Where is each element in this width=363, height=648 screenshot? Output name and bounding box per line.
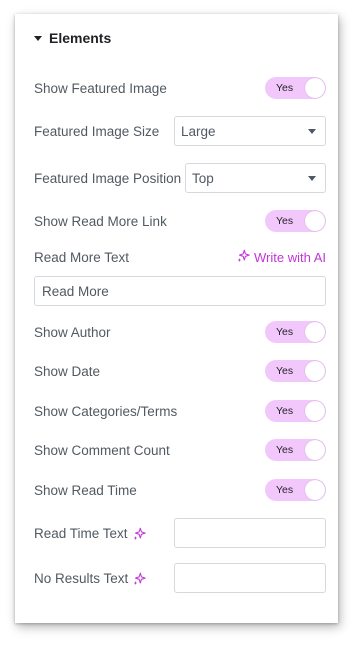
row-featured-image-size: Featured Image Size Large [34, 116, 326, 146]
toggle-state-text: Yes [276, 326, 294, 338]
show-featured-image-label: Show Featured Image [34, 80, 167, 96]
show-read-time-toggle[interactable]: Yes [265, 479, 326, 501]
write-with-ai-button[interactable]: Write with AI [237, 249, 326, 265]
row-show-categories: Show Categories/Terms Yes [34, 396, 326, 426]
featured-image-position-label: Featured Image Position [34, 170, 182, 186]
row-no-results-text: No Results Text [34, 563, 326, 593]
featured-image-position-value: Top [192, 170, 214, 186]
show-author-toggle[interactable]: Yes [265, 321, 326, 343]
read-time-text-label-text: Read Time Text [34, 525, 128, 541]
toggle-knob [305, 440, 325, 460]
read-time-text-input[interactable] [174, 518, 326, 548]
toggle-state-text: Yes [276, 365, 294, 377]
show-read-time-label: Show Read Time [34, 482, 137, 498]
show-comment-count-label: Show Comment Count [34, 442, 170, 458]
dropdown-arrow-icon [308, 175, 316, 181]
section-header-elements[interactable]: Elements [34, 30, 111, 46]
no-results-text-input[interactable] [174, 563, 326, 593]
no-results-text-label: No Results Text [34, 570, 147, 586]
toggle-state-text: Yes [276, 444, 294, 456]
row-featured-image-position: Featured Image Position Top [34, 163, 326, 193]
featured-image-size-label: Featured Image Size [34, 123, 160, 139]
show-author-label: Show Author [34, 324, 111, 340]
featured-image-position-select[interactable]: Top [185, 163, 326, 193]
row-show-read-time: Show Read Time Yes [34, 475, 326, 505]
row-show-read-more-link: Show Read More Link Yes [34, 206, 326, 236]
toggle-state-text: Yes [276, 405, 294, 417]
toggle-knob [305, 401, 325, 421]
show-read-more-link-label: Show Read More Link [34, 213, 167, 229]
show-comment-count-toggle[interactable]: Yes [265, 439, 326, 461]
toggle-state-text: Yes [276, 82, 294, 94]
sparkle-icon[interactable] [133, 572, 147, 585]
toggle-state-text: Yes [276, 215, 294, 227]
toggle-knob [305, 361, 325, 381]
featured-image-size-select[interactable]: Large [174, 116, 326, 146]
read-time-text-label: Read Time Text [34, 526, 146, 541]
show-categories-label: Show Categories/Terms [34, 403, 178, 419]
write-with-ai-label: Write with AI [253, 249, 326, 265]
read-more-text-input[interactable] [34, 276, 326, 306]
show-featured-image-toggle[interactable]: Yes [265, 77, 326, 99]
row-show-author: Show Author Yes [34, 317, 326, 347]
toggle-knob [305, 480, 325, 500]
dropdown-arrow-icon [308, 128, 316, 134]
show-read-more-link-toggle[interactable]: Yes [265, 210, 326, 232]
show-date-label: Show Date [34, 363, 101, 379]
sparkle-icon[interactable] [132, 527, 146, 540]
sparkle-icon [237, 249, 250, 265]
row-show-featured-image: Show Featured Image Yes [34, 73, 326, 103]
featured-image-size-value: Large [181, 123, 216, 139]
row-read-more-text: Read More Text Write with AI [34, 242, 326, 272]
toggle-knob [305, 211, 325, 231]
toggle-knob [305, 78, 325, 98]
row-show-date: Show Date Yes [34, 356, 326, 386]
show-categories-toggle[interactable]: Yes [265, 400, 326, 422]
read-more-text-label: Read More Text [34, 249, 130, 265]
section-title: Elements [49, 30, 112, 46]
elements-panel: Elements Show Featured Image Yes Feature… [15, 14, 338, 623]
show-date-toggle[interactable]: Yes [265, 360, 326, 382]
row-read-time-text: Read Time Text [34, 518, 326, 548]
row-show-comment-count: Show Comment Count Yes [34, 435, 326, 465]
caret-down-icon [34, 35, 42, 41]
toggle-knob [305, 322, 325, 342]
toggle-state-text: Yes [276, 484, 294, 496]
no-results-text-label-text: No Results Text [34, 570, 129, 586]
